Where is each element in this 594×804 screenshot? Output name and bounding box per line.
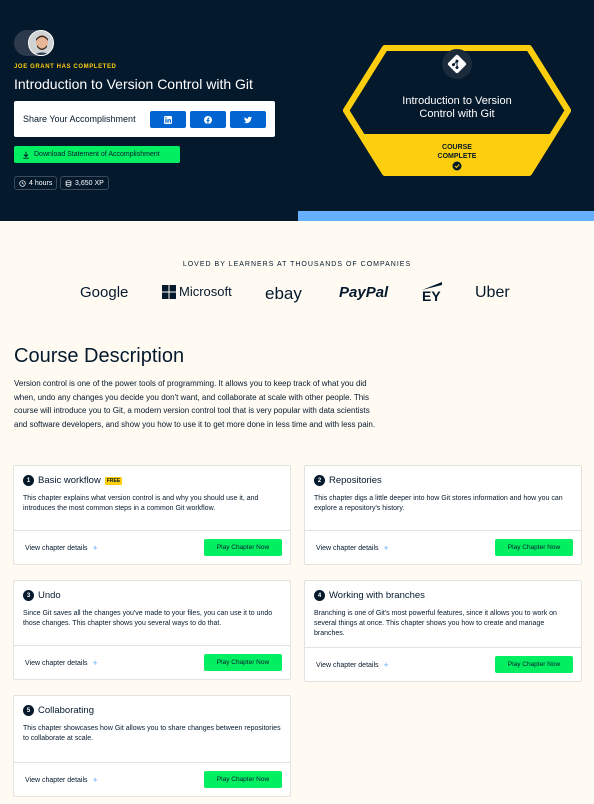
plus-icon: + (92, 543, 98, 553)
share-label: Share Your Accomplishment (23, 114, 136, 124)
chapter-title: Undo (38, 590, 61, 601)
plus-icon: + (383, 543, 389, 553)
logo-ebay: ebay (265, 284, 302, 303)
user-photo-icon (29, 31, 53, 55)
duration-text: 4 hours (29, 179, 53, 187)
logo-microsoft: Microsoft (162, 284, 232, 299)
play-chapter-button[interactable]: Play Chapter Now (495, 656, 573, 673)
course-title: Introduction to Version Control with Git (14, 76, 253, 92)
chapter-card-1: 1 Basic workflow FREE This chapter expla… (13, 465, 291, 565)
chapter-number: 5 (23, 705, 34, 716)
badge-status-line1: COURSE (442, 144, 472, 151)
view-chapter-details-link[interactable]: View chapter details + (25, 543, 98, 553)
linkedin-icon (164, 115, 172, 124)
hero-section: JOE GRANT HAS COMPLETED Introduction to … (0, 0, 594, 221)
logo-uber: Uber (475, 284, 510, 301)
plus-icon: + (92, 775, 98, 785)
plus-icon: + (383, 660, 389, 670)
badge-title-line1: Introduction to Version (402, 95, 511, 107)
microsoft-text: Microsoft (179, 284, 232, 299)
chapter-details-label: View chapter details (316, 661, 379, 669)
ey-text: EY (422, 288, 441, 304)
xp-text: 3,650 XP (75, 179, 104, 187)
view-chapter-details-link[interactable]: View chapter details + (25, 775, 98, 785)
xp-stack-icon (65, 179, 72, 187)
chapter-number: 1 (23, 475, 34, 486)
chapter-number: 2 (314, 475, 325, 486)
chapter-description: Since Git saves all the changes you've m… (23, 610, 273, 627)
play-chapter-button[interactable]: Play Chapter Now (495, 539, 573, 556)
course-description-title: Course Description (14, 345, 185, 367)
badge-title-line2: Control with Git (419, 108, 494, 120)
download-icon (23, 151, 29, 159)
ey-beam-icon (422, 282, 442, 290)
view-chapter-details-link[interactable]: View chapter details + (25, 658, 98, 668)
chapter-title: Basic workflow (38, 475, 101, 486)
chapter-card-4: 4 Working with branches Branching is one… (304, 580, 582, 682)
chapter-details-label: View chapter details (316, 544, 379, 552)
course-badge: Introduction to Version Control with Git… (343, 45, 571, 176)
chapter-description: This chapter digs a little deeper into h… (314, 495, 563, 512)
facebook-icon (204, 115, 212, 124)
clock-icon (19, 179, 26, 187)
hero-accent-stripe (298, 211, 594, 221)
share-panel: Share Your Accomplishment (14, 101, 275, 137)
logo-ey: EY (422, 282, 442, 304)
microsoft-squares-icon (162, 284, 176, 299)
chapter-description: This chapter showcases how Git allows yo… (23, 725, 281, 742)
view-chapter-details-link[interactable]: View chapter details + (316, 660, 389, 670)
share-twitter-button[interactable] (230, 111, 266, 128)
chapter-card-5: 5 Collaborating This chapter showcases h… (13, 695, 291, 797)
share-linkedin-button[interactable] (150, 111, 186, 128)
duration-chip: 4 hours (14, 176, 58, 190)
chapter-details-label: View chapter details (25, 659, 88, 667)
chapter-title: Collaborating (38, 705, 94, 716)
twitter-icon (244, 116, 252, 123)
completed-by-label: JOE GRANT HAS COMPLETED (14, 64, 117, 70)
share-facebook-button[interactable] (190, 111, 226, 128)
chapter-card-3: 3 Undo Since Git saves all the changes y… (13, 580, 291, 680)
chapter-details-label: View chapter details (25, 776, 88, 784)
free-badge: FREE (104, 476, 123, 485)
chapter-description: Branching is one of Git's most powerful … (314, 610, 557, 637)
play-chapter-button[interactable]: Play Chapter Now (204, 771, 282, 788)
chapter-number: 4 (314, 590, 325, 601)
plus-icon: + (92, 658, 98, 668)
chapter-title: Repositories (329, 475, 382, 486)
play-chapter-button[interactable]: Play Chapter Now (204, 654, 282, 671)
avatar (28, 30, 54, 56)
chapter-details-label: View chapter details (25, 544, 88, 552)
check-circle-icon (452, 161, 462, 171)
badge-status-line2: COMPLETE (438, 153, 477, 160)
chapter-description: This chapter explains what version contr… (23, 495, 259, 512)
logo-paypal: PayPal (339, 284, 389, 301)
chapter-number: 3 (23, 590, 34, 601)
course-description-text: Version control is one of the power tool… (14, 379, 376, 429)
loved-by-heading: LOVED BY LEARNERS AT THOUSANDS OF COMPAN… (182, 261, 412, 268)
chapter-card-2: 2 Repositories This chapter digs a littl… (304, 465, 582, 565)
download-label: Download Statement of Accomplishment (34, 151, 160, 158)
xp-chip: 3,650 XP (60, 176, 109, 190)
chapter-title: Working with branches (329, 590, 425, 601)
logo-google: Google (80, 284, 129, 301)
user-avatar-group[interactable] (14, 30, 54, 56)
view-chapter-details-link[interactable]: View chapter details + (316, 543, 389, 553)
download-statement-button[interactable]: Download Statement of Accomplishment (14, 146, 180, 163)
play-chapter-button[interactable]: Play Chapter Now (204, 539, 282, 556)
